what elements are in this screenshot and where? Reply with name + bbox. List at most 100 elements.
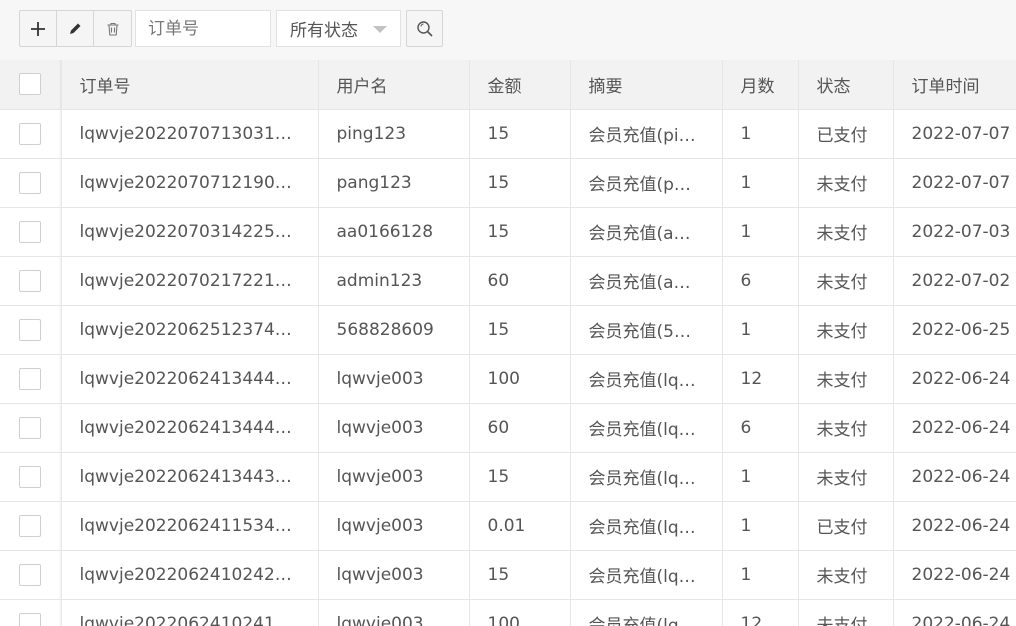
months-cell: 12 [722,354,799,404]
summary-cell: 会员充值(pi… [570,109,723,159]
column-header-order-number[interactable]: 订单号 [61,60,319,110]
username-cell: ping123 [318,109,470,159]
order-number-cell: lqwvje20220624134442312 [61,403,319,453]
amount-cell: 15 [469,452,571,502]
table-row[interactable]: lqwvje20220624102417312 lqwvje003 100 会员充值(… [0,599,1016,626]
row-checkbox-cell [0,501,62,551]
row-checkbox[interactable] [19,416,42,439]
table-row[interactable]: lqwvje20220703142253812 aa0166128 15 会员充值(a… [0,207,1016,257]
action-button-group [19,10,132,47]
row-checkbox-cell [0,550,62,600]
select-all-checkbox[interactable] [19,73,42,96]
status-cell: 未支付 [798,158,894,208]
table-header-row: 订单号 用户名 金额 摘要 月数 状态 订单时间 [0,60,1016,110]
order-number-cell: lqwvje20220624134446906 [61,354,319,404]
order-time-cell: 2022-07-07 1 [893,109,1016,159]
column-header-amount[interactable]: 金额 [469,60,571,110]
summary-cell: 会员充值(a… [570,207,723,257]
order-number-cell: lqwvje20220703142253812 [61,207,319,257]
summary-cell: 会员充值(5… [570,305,723,355]
status-select[interactable]: 所有状态 [276,10,401,47]
status-cell: 未支付 [798,599,894,626]
table-row[interactable]: lqwvje20220624134442312 lqwvje003 60 会员充值(l… [0,403,1016,453]
table-body: lqwvje20220707130312683 ping123 15 会员充值(pi…… [0,109,1016,626]
column-header-status[interactable]: 状态 [798,60,894,110]
status-cell: 未支付 [798,452,894,502]
months-cell: 6 [722,256,799,306]
amount-cell: 100 [469,354,571,404]
amount-cell: 0.01 [469,501,571,551]
amount-cell: 15 [469,305,571,355]
order-time-cell: 2022-06-24 1 [893,501,1016,551]
order-number-cell: lqwvje20220707121907777 [61,158,319,208]
pencil-icon [70,23,81,34]
order-number-cell: lqwvje20220707130312683 [61,109,319,159]
row-checkbox-cell [0,452,62,502]
status-cell: 未支付 [798,354,894,404]
row-checkbox[interactable] [19,318,42,341]
username-cell: pang123 [318,158,470,208]
table-row[interactable]: lqwvje20220624102422765 lqwvje003 15 会员充值(l… [0,550,1016,600]
row-checkbox[interactable] [19,465,42,488]
amount-cell: 15 [469,158,571,208]
edit-button[interactable] [57,11,94,46]
table-row[interactable]: lqwvje20220707130312683 ping123 15 会员充值(pi…… [0,109,1016,159]
table-row[interactable]: lqwvje20220624134436031 lqwvje003 15 会员充值(l… [0,452,1016,502]
months-cell: 1 [722,501,799,551]
summary-cell: 会员充值(lq… [570,354,723,404]
column-header-months[interactable]: 月数 [722,60,799,110]
row-checkbox-cell [0,354,62,404]
amount-cell: 15 [469,207,571,257]
table-row[interactable]: lqwvje20220624134446906 lqwvje003 100 会员充值(… [0,354,1016,404]
add-button[interactable] [20,11,57,46]
username-cell: lqwvje003 [318,599,470,626]
search-button[interactable] [406,10,443,47]
order-number-cell: lqwvje20220624134436031 [61,452,319,502]
order-time-cell: 2022-06-25 1 [893,305,1016,355]
summary-cell: 会员充值(lq… [570,403,723,453]
summary-cell: 会员充值(lq… [570,501,723,551]
username-cell: lqwvje003 [318,452,470,502]
row-checkbox[interactable] [19,220,42,243]
row-checkbox[interactable] [19,122,42,145]
order-number-input[interactable] [135,10,271,47]
amount-cell: 100 [469,599,571,626]
username-cell: 568828609 [318,305,470,355]
column-header-username[interactable]: 用户名 [318,60,470,110]
months-cell: 12 [722,599,799,626]
row-checkbox[interactable] [19,367,42,390]
status-cell: 未支付 [798,403,894,453]
row-checkbox[interactable] [19,269,42,292]
status-select-value: 所有状态 [290,21,358,41]
column-header-order-time[interactable]: 订单时间 [893,60,1016,110]
row-checkbox[interactable] [19,171,42,194]
column-header-summary[interactable]: 摘要 [570,60,723,110]
table-row[interactable]: lqwvje20220707121907777 pang123 15 会员充值(p… 1… [0,158,1016,208]
order-time-cell: 2022-06-24 1 [893,452,1016,502]
row-checkbox-cell [0,109,62,159]
row-checkbox[interactable] [19,514,42,537]
username-cell: aa0166128 [318,207,470,257]
table-row[interactable]: lqwvje20220625123748843 568828609 15 会员充值(5… [0,305,1016,355]
row-checkbox[interactable] [19,563,42,586]
search-icon [416,20,433,37]
summary-cell: 会员充值(a… [570,256,723,306]
order-time-cell: 2022-07-03 1 [893,207,1016,257]
order-number-cell: lqwvje20220702172217906 [61,256,319,306]
order-time-cell: 2022-07-02 1 [893,256,1016,306]
plus-icon [31,21,45,36]
table-row[interactable]: lqwvje20220624115348614 lqwvje003 0.01 会员充值… [0,501,1016,551]
username-cell: admin123 [318,256,470,306]
status-cell: 未支付 [798,256,894,306]
order-time-cell: 2022-06-24 1 [893,403,1016,453]
order-number-cell: lqwvje20220624102417312 [61,599,319,626]
amount-cell: 60 [469,403,571,453]
order-time-cell: 2022-07-07 1 [893,158,1016,208]
status-cell: 未支付 [798,550,894,600]
delete-button[interactable] [94,11,131,46]
table-row[interactable]: lqwvje20220702172217906 admin123 60 会员充值(a…… [0,256,1016,306]
row-checkbox[interactable] [19,612,42,626]
months-cell: 1 [722,305,799,355]
toolbar: 所有状态 [0,0,1016,60]
summary-cell: 会员充值(lq… [570,550,723,600]
